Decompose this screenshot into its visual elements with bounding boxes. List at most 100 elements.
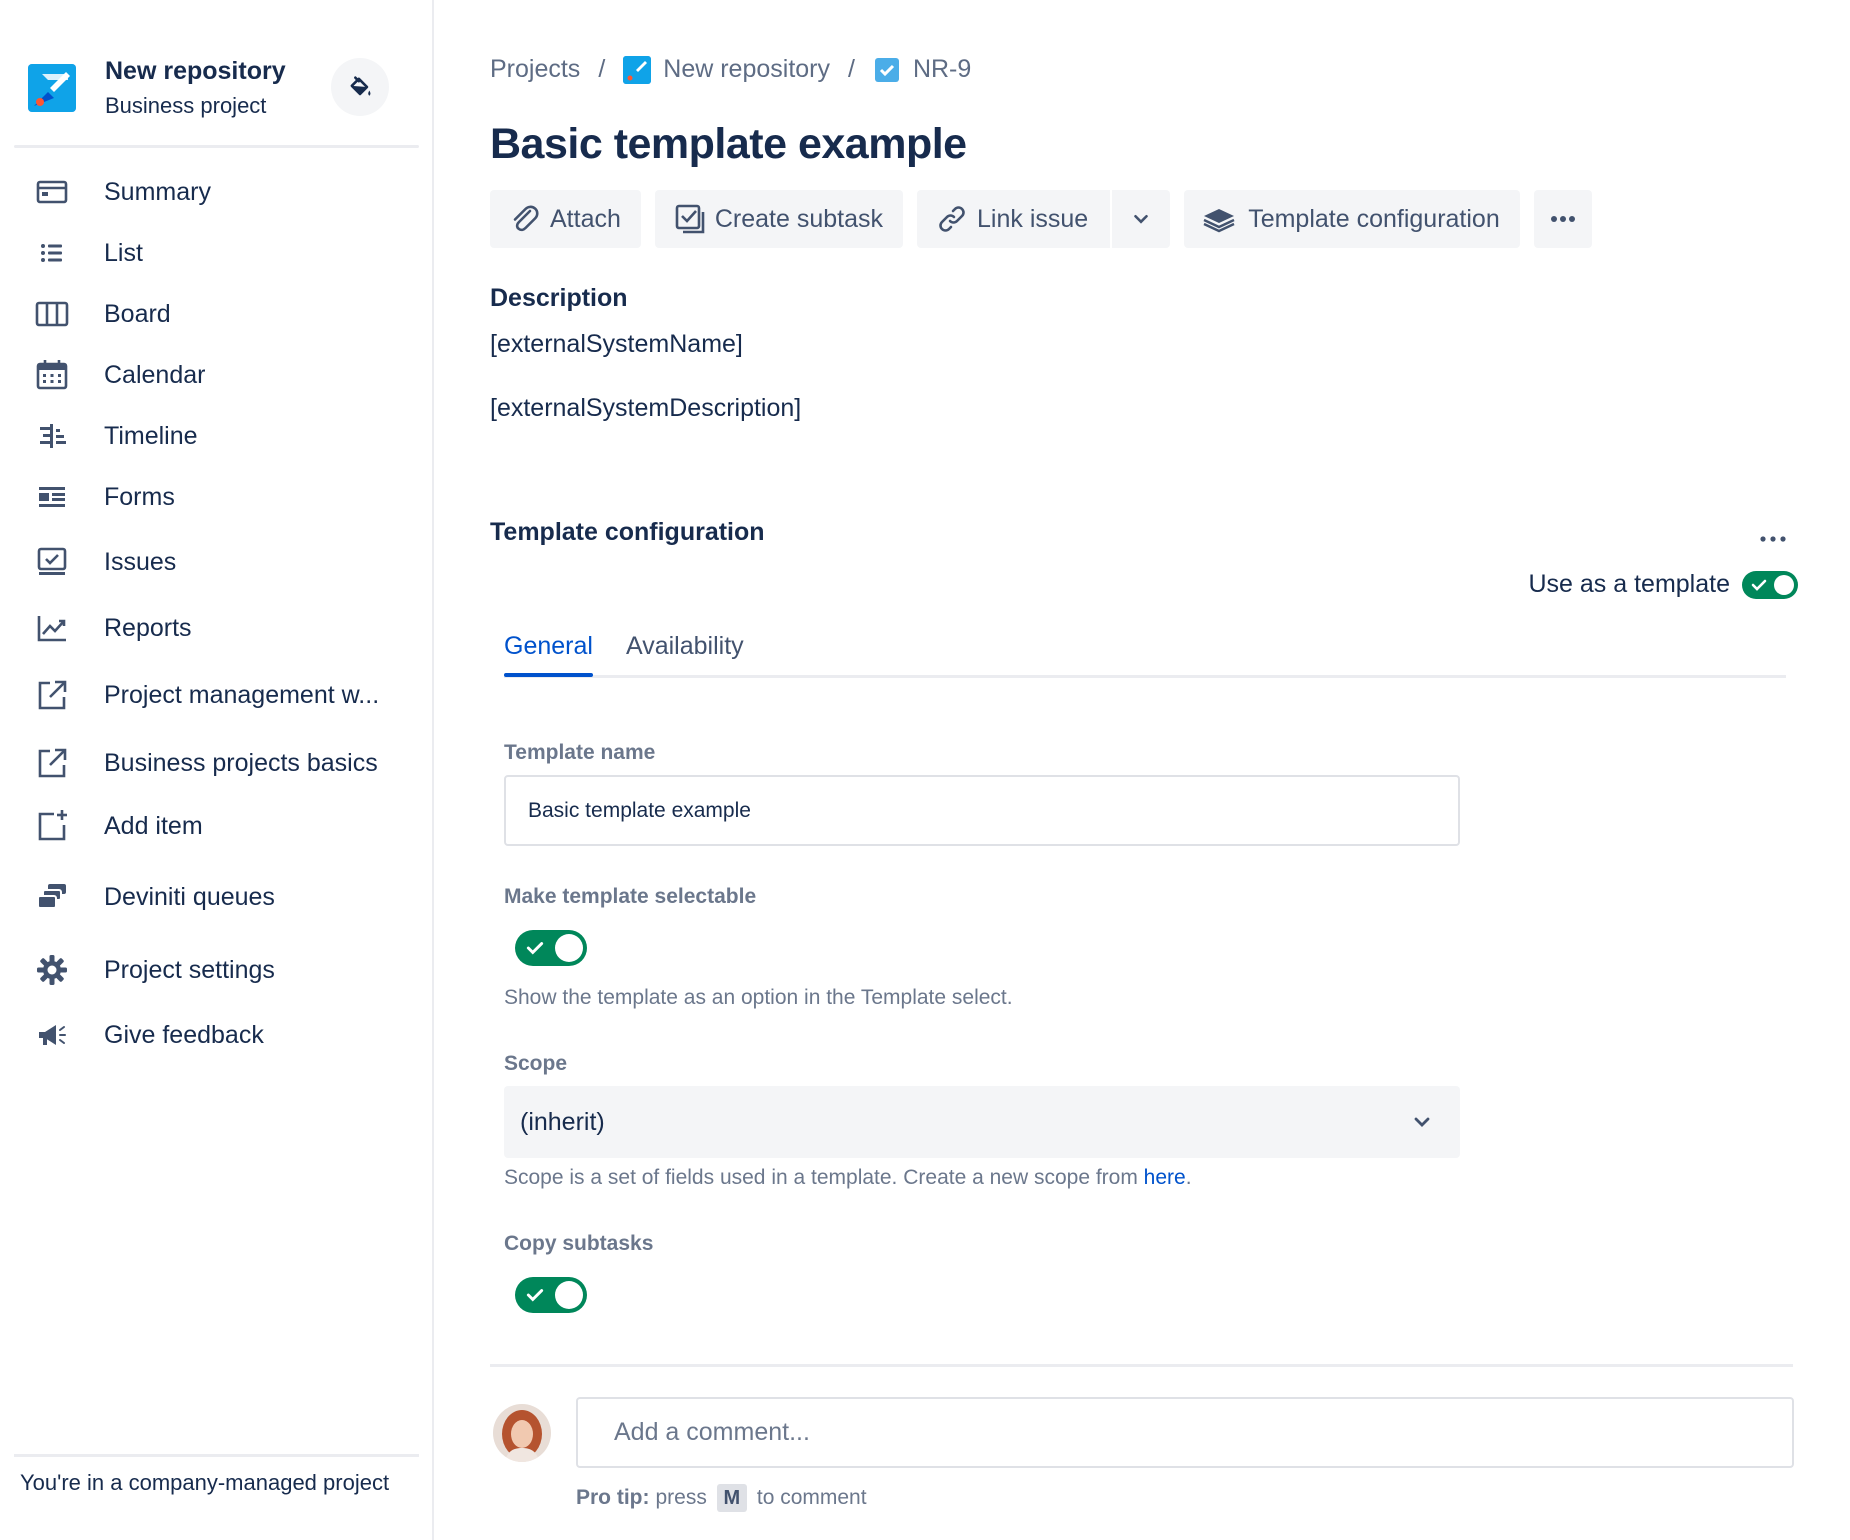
sidebar-item-label: Add item	[104, 811, 203, 840]
link-icon	[939, 206, 965, 232]
sidebar-item-deviniti-queues[interactable]: Deviniti queues	[14, 869, 419, 925]
issues-icon	[34, 544, 70, 580]
sidebar-item-summary[interactable]: Summary	[14, 164, 419, 220]
more-actions-button[interactable]	[1533, 190, 1592, 248]
sidebar-item-label: Calendar	[104, 360, 206, 389]
check-icon	[526, 1289, 544, 1302]
sidebar-item-issues[interactable]: Issues	[14, 534, 419, 590]
sidebar-item-calendar[interactable]: Calendar	[14, 347, 419, 403]
timeline-icon	[34, 418, 70, 454]
template-name-input[interactable]: Basic template example	[504, 775, 1460, 846]
link-issue-label: Link issue	[977, 204, 1089, 233]
task-icon	[873, 56, 901, 84]
breadcrumb-project[interactable]: New repository	[623, 55, 830, 84]
attach-button[interactable]: Attach	[490, 190, 641, 248]
create-subtask-button[interactable]: Create subtask	[654, 190, 904, 248]
sidebar-item-label: Board	[104, 299, 171, 328]
project-type: Business project	[105, 93, 267, 118]
copy-subtasks-toggle[interactable]	[515, 1277, 587, 1313]
project-type-footer: You're in a company-managed project	[20, 1470, 390, 1495]
reports-icon	[34, 610, 70, 646]
sidebar-item-label: Give feedback	[104, 1020, 264, 1049]
breadcrumb-separator: /	[848, 55, 855, 83]
use-as-template-toggle[interactable]	[1742, 570, 1798, 599]
paint-bucket-icon	[350, 76, 371, 96]
description-line[interactable]: [externalSystemName]	[490, 330, 743, 359]
sidebar-item-project-settings[interactable]: Project settings	[14, 942, 419, 998]
use-as-template-label: Use as a template	[1528, 570, 1731, 598]
sidebar-item-label: Project management w...	[104, 680, 380, 709]
project-avatar-icon	[623, 55, 652, 84]
template-config-more-button[interactable]	[1758, 520, 1788, 551]
paint-bucket-button[interactable]	[331, 58, 389, 116]
sidebar-item-label: Issues	[104, 547, 177, 576]
sidebar-item-board[interactable]: Board	[14, 286, 419, 342]
sidebar-item-business-projects-basics[interactable]: Business projects basics	[14, 735, 419, 791]
link-issue-dropdown-button[interactable]	[1112, 190, 1170, 248]
scope-select[interactable]: (inherit)	[504, 1086, 1460, 1158]
external-link-icon	[34, 745, 70, 781]
template-configuration-label: Template configuration	[1248, 204, 1500, 233]
sidebar-item-label: Business projects basics	[104, 748, 378, 777]
tab-availability[interactable]: Availability	[626, 632, 744, 661]
sidebar: New repository Business project Summary …	[0, 0, 434, 1540]
issue-view: Projects / New repository / NR-9 Basic t…	[490, 0, 1810, 1540]
breadcrumb: Projects / New repository / NR-9	[490, 55, 971, 84]
chevron-down-icon	[1134, 214, 1148, 224]
sidebar-item-timeline[interactable]: Timeline	[14, 408, 419, 464]
sidebar-item-give-feedback[interactable]: Give feedback	[14, 1007, 419, 1063]
sidebar-item-label: List	[104, 238, 143, 267]
sidebar-item-label: Summary	[104, 177, 211, 206]
sidebar-item-label: Timeline	[104, 421, 198, 450]
sidebar-item-forms[interactable]: Forms	[14, 469, 419, 525]
make-selectable-label: Make template selectable	[504, 885, 757, 908]
create-subtask-label: Create subtask	[714, 204, 884, 233]
template-configuration-button[interactable]: Template configuration	[1184, 190, 1520, 248]
pro-tip-label: Pro tip:	[576, 1486, 650, 1509]
megaphone-icon	[34, 1017, 70, 1053]
link-issue-split-button: Link issue	[917, 190, 1171, 248]
sidebar-item-label: Reports	[104, 613, 192, 642]
calendar-icon	[34, 357, 70, 393]
pro-tip-suffix: to comment	[756, 1486, 867, 1509]
sidebar-item-reports[interactable]: Reports	[14, 600, 419, 656]
tab-general[interactable]: General	[504, 632, 593, 677]
sidebar-item-label: Project settings	[104, 955, 275, 984]
sidebar-item-list[interactable]: List	[14, 225, 419, 281]
scope-label: Scope	[504, 1052, 568, 1075]
comment-input[interactable]: Add a comment...	[576, 1397, 1794, 1468]
scope-help-link[interactable]: here	[1144, 1166, 1186, 1189]
link-issue-button[interactable]: Link issue	[917, 190, 1110, 248]
sidebar-item-add-item[interactable]: Add item	[14, 798, 419, 854]
more-icon	[1760, 536, 1786, 542]
issue-title[interactable]: Basic template example	[490, 120, 967, 169]
scope-help-suffix: .	[1185, 1166, 1192, 1189]
check-icon	[526, 942, 544, 955]
sidebar-divider	[14, 145, 419, 148]
scope-help-text: Scope is a set of fields used in a templ…	[504, 1166, 1144, 1189]
project-avatar	[28, 64, 76, 112]
make-selectable-toggle[interactable]	[515, 930, 587, 966]
chevron-down-icon	[1414, 1117, 1430, 1127]
pro-tip: Pro tip: press M to comment	[576, 1484, 867, 1512]
breadcrumb-projects[interactable]: Projects	[490, 55, 580, 84]
check-icon	[1751, 579, 1767, 591]
comment-divider	[490, 1364, 1793, 1367]
subtask-icon	[675, 204, 705, 234]
gear-icon	[34, 952, 70, 988]
toggle-knob	[1774, 574, 1794, 595]
list-icon	[34, 235, 70, 271]
sidebar-item-project-management[interactable]: Project management w...	[14, 667, 419, 723]
sidebar-footer-divider	[14, 1454, 419, 1457]
project-name: New repository	[105, 57, 286, 85]
summary-icon	[34, 174, 70, 210]
breadcrumb-issue[interactable]: NR-9	[873, 55, 971, 84]
description-line[interactable]: [externalSystemDescription]	[490, 394, 801, 423]
breadcrumb-issue-key: NR-9	[912, 55, 972, 83]
scope-value: (inherit)	[520, 1107, 605, 1136]
more-icon	[1550, 216, 1575, 222]
avatar[interactable]	[493, 1404, 551, 1462]
copy-subtasks-label: Copy subtasks	[504, 1232, 654, 1255]
issue-toolbar: Attach Create subtask Link issue Templat…	[490, 190, 1592, 248]
project-header[interactable]: New repository Business project	[28, 50, 398, 130]
